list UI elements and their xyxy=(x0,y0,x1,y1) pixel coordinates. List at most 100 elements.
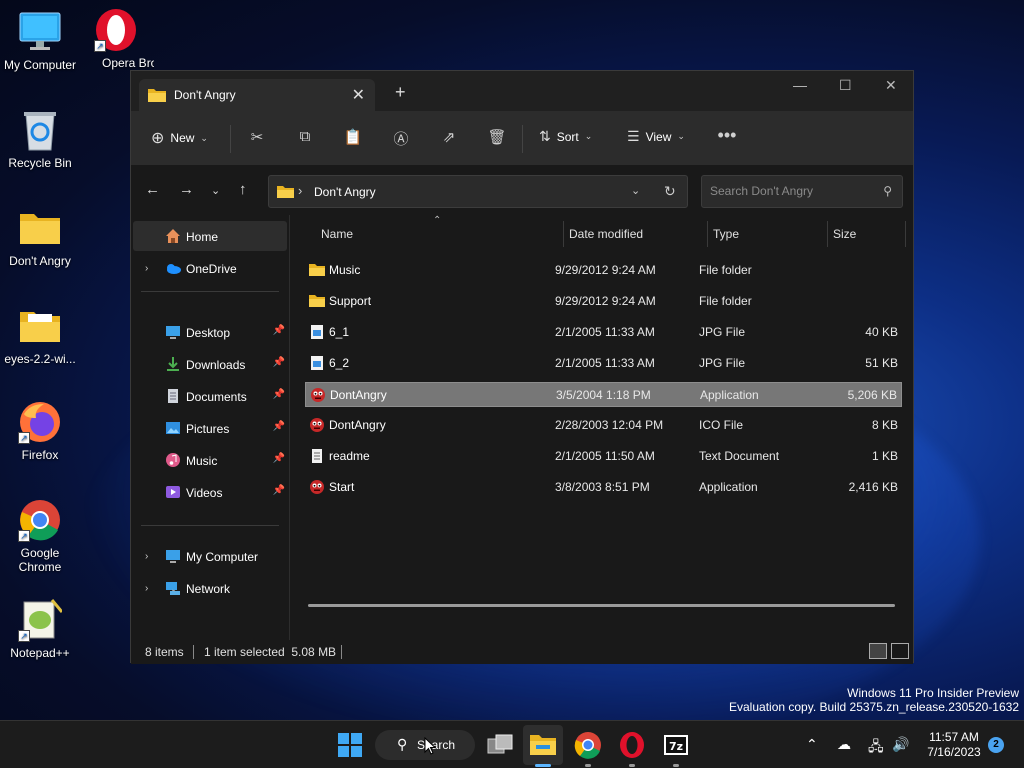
file-row[interactable]: readme 2/1/2005 11:50 AM Text Document 1 KB xyxy=(305,444,902,469)
pin-icon[interactable]: 📌 xyxy=(273,485,285,496)
new-tab-icon[interactable]: + xyxy=(395,83,406,101)
share-icon[interactable]: ⇗ xyxy=(439,128,459,148)
column-header-name[interactable]: Name xyxy=(321,227,353,241)
selection-info: 1 item selected 5.08 MB xyxy=(204,645,337,659)
column-divider[interactable] xyxy=(707,221,708,247)
tab-dont-angry[interactable]: Don't Angry ✕ xyxy=(139,79,375,111)
file-row[interactable]: DontAngry 2/28/2003 12:04 PM ICO File 8 KB xyxy=(305,413,902,438)
title-bar[interactable]: Don't Angry ✕ + — ☐ ✕ xyxy=(131,71,913,111)
pin-icon[interactable]: 📌 xyxy=(273,453,285,464)
sidebar-item-my-computer[interactable]: › My Computer xyxy=(133,541,287,571)
sidebar-item-label: Desktop xyxy=(186,326,231,340)
breadcrumb-current[interactable]: Don't Angry xyxy=(314,185,376,199)
volume-icon[interactable]: 🔊 xyxy=(892,736,909,753)
sidebar-item-label: OneDrive xyxy=(186,262,237,276)
pin-icon[interactable]: 📌 xyxy=(273,389,285,400)
more-options-icon[interactable]: ••• xyxy=(717,125,737,145)
chrome-icon[interactable] xyxy=(574,731,602,759)
expand-chevron-icon[interactable]: › xyxy=(145,583,148,594)
cut-icon[interactable]: ✂ xyxy=(247,128,267,148)
search-icon[interactable]: ⚲ xyxy=(883,184,892,198)
onedrive-offline-icon[interactable]: ☁ xyxy=(837,736,851,753)
file-explorer-icon[interactable] xyxy=(529,731,557,759)
expand-chevron-icon[interactable]: › xyxy=(145,263,148,274)
close-tab-icon[interactable]: ✕ xyxy=(352,85,365,105)
sidebar-item-pictures[interactable]: Pictures 📌 xyxy=(133,413,287,443)
desktop-icon-my-computer[interactable]: My Computer xyxy=(0,10,80,72)
details-view-icon[interactable] xyxy=(869,643,887,659)
sidebar-item-music[interactable]: Music 📌 xyxy=(133,445,287,475)
expand-chevron-icon[interactable]: › xyxy=(145,551,148,562)
column-header-size[interactable]: Size xyxy=(833,227,856,241)
column-divider[interactable] xyxy=(905,221,906,247)
address-bar[interactable]: › Don't Angry ⌄ ↻ xyxy=(268,175,688,208)
file-row[interactable]: Support 9/29/2012 9:24 AM File folder xyxy=(305,289,902,314)
shortcut-arrow-icon: ↗ xyxy=(18,432,30,444)
large-icons-view-icon[interactable] xyxy=(891,643,909,659)
desktop-icon-firefox[interactable]: ↗ Firefox xyxy=(0,400,80,462)
back-arrow-icon[interactable]: ← xyxy=(145,181,160,198)
file-row[interactable]: Music 9/29/2012 9:24 AM File folder xyxy=(305,258,902,283)
column-divider[interactable] xyxy=(827,221,828,247)
rename-icon[interactable]: Ⓐ xyxy=(391,128,411,148)
column-header-type[interactable]: Type xyxy=(713,227,739,241)
desktop-icon-label: eyes-2.2-wi... xyxy=(4,352,76,366)
sidebar-item-desktop[interactable]: Desktop 📌 xyxy=(133,317,287,347)
file-size: 51 KB xyxy=(865,356,898,370)
pin-icon[interactable]: 📌 xyxy=(273,357,285,368)
home-icon xyxy=(166,229,180,243)
file-name: 6_1 xyxy=(329,325,350,339)
file-row[interactable]: Start 3/8/2003 8:51 PM Application 2,416 KB xyxy=(305,475,902,500)
new-button[interactable]: ⊕ New ⌄ xyxy=(151,128,208,148)
sidebar-item-downloads[interactable]: Downloads 📌 xyxy=(133,349,287,379)
view-button[interactable]: ☰ View ⌄ xyxy=(627,128,685,145)
sidebar-item-home[interactable]: Home xyxy=(133,221,287,251)
search-input[interactable] xyxy=(710,184,870,198)
paste-icon[interactable]: 📋 xyxy=(343,128,363,148)
desktop-icon-google-chrome[interactable]: ↗ Google Chrome xyxy=(0,498,80,574)
system-clock[interactable]: 11:57 AM 7/16/2023 xyxy=(918,730,990,760)
seven-zip-icon[interactable]: 7z xyxy=(662,731,690,759)
file-date: 3/8/2003 8:51 PM xyxy=(555,480,650,494)
desktop-icon-recycle-bin[interactable]: Recycle Bin xyxy=(0,108,80,170)
sort-button[interactable]: ⇅ Sort ⌄ xyxy=(539,128,592,145)
close-window-icon[interactable]: ✕ xyxy=(885,77,897,94)
forward-arrow-icon[interactable]: → xyxy=(179,181,194,198)
show-hidden-icons-chevron-icon[interactable]: ⌃ xyxy=(806,736,818,753)
column-header-date[interactable]: Date modified xyxy=(569,227,643,241)
opera-icon[interactable] xyxy=(618,731,646,759)
sidebar-item-documents[interactable]: Documents 📌 xyxy=(133,381,287,411)
refresh-icon[interactable]: ↻ xyxy=(664,183,676,200)
desktop-icon-eyes-folder[interactable]: eyes-2.2-wi... xyxy=(0,304,80,366)
desktop-icon-opera[interactable]: ↗ Opera Browser xyxy=(78,8,154,70)
pin-icon[interactable]: 📌 xyxy=(273,325,285,336)
sidebar-item-videos[interactable]: Videos 📌 xyxy=(133,477,287,507)
desktop-icon-dont-angry-folder[interactable]: Don't Angry xyxy=(0,206,80,268)
pin-icon[interactable]: 📌 xyxy=(273,421,285,432)
document-icon xyxy=(168,389,178,403)
recent-chevron-icon[interactable]: ⌄ xyxy=(211,184,220,197)
file-row[interactable]: DontAngry 3/5/2004 1:18 PM Application 5,20… xyxy=(305,382,902,407)
pane-divider[interactable] xyxy=(289,215,290,640)
sidebar-item-label: My Computer xyxy=(186,550,259,564)
address-dropdown-icon[interactable]: ⌄ xyxy=(631,184,640,197)
minimize-icon[interactable]: — xyxy=(793,77,807,93)
search-box[interactable]: ⚲ xyxy=(701,175,903,208)
desktop-icon-notepad-plus[interactable]: ↗ Notepad++ xyxy=(0,598,80,660)
column-divider[interactable] xyxy=(563,221,564,247)
file-row[interactable]: 6_1 2/1/2005 11:33 AM JPG File 40 KB xyxy=(305,320,902,345)
task-view-icon[interactable] xyxy=(486,731,514,759)
file-type: Text Document xyxy=(699,449,780,463)
maximize-icon[interactable]: ☐ xyxy=(839,77,852,94)
delete-icon[interactable]: 🗑 xyxy=(487,128,507,148)
sidebar-item-onedrive[interactable]: › OneDrive xyxy=(133,253,287,283)
file-date: 9/29/2012 9:24 AM xyxy=(555,263,656,277)
file-row[interactable]: 6_2 2/1/2005 11:33 AM JPG File 51 KB xyxy=(305,351,902,376)
up-arrow-icon[interactable]: ↑ xyxy=(239,181,247,198)
network-icon[interactable]: 🖧 xyxy=(868,736,884,760)
start-windows-icon[interactable] xyxy=(336,731,364,759)
sidebar-item-network[interactable]: › Network xyxy=(133,573,287,603)
notification-badge[interactable]: 2 xyxy=(988,737,1004,753)
horizontal-scrollbar[interactable] xyxy=(308,604,895,607)
copy-icon[interactable]: ⧉ xyxy=(295,128,315,148)
